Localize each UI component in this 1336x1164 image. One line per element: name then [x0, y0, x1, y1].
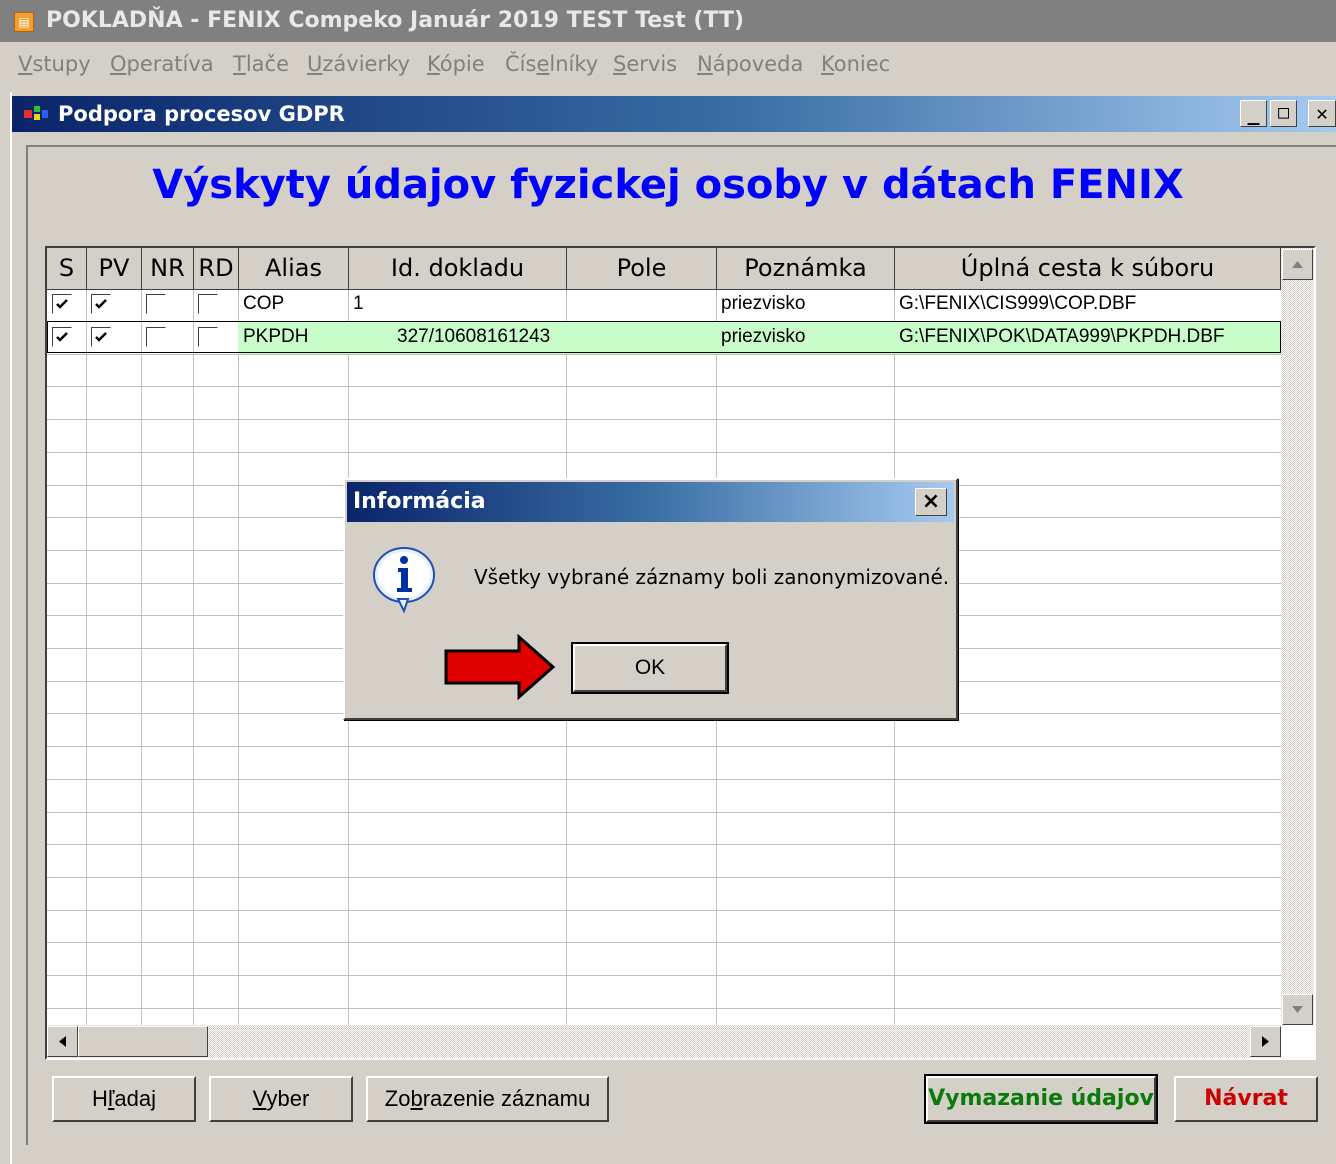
column-header-pole[interactable]: Pole	[567, 248, 717, 290]
row1-cesta: G:\FENIX\CIS999\COP.DBF	[899, 293, 1137, 314]
column-header-cesta[interactable]: Úplná cesta k súboru	[895, 248, 1281, 290]
dialog-message: Všetky vybrané záznamy boli zanonymizova…	[474, 565, 950, 589]
info-icon	[373, 547, 435, 613]
menu-servis[interactable]: Servis	[613, 52, 677, 76]
grid-line	[47, 452, 1281, 453]
vertical-scrollbar[interactable]	[1281, 248, 1314, 1025]
horizontal-scrollbar[interactable]	[47, 1025, 1281, 1058]
grid-line	[141, 290, 142, 1028]
row1-nr-checkbox[interactable]	[146, 294, 166, 314]
window-title-bar: Podpora procesov GDPR	[12, 96, 1336, 132]
app-title-bar: ▤ POKLADŇA - FENIX Compeko Január 2019 T…	[0, 0, 1336, 42]
grid-line	[47, 812, 1281, 813]
scroll-left-button[interactable]	[47, 1026, 78, 1057]
row1-s-checkbox[interactable]	[52, 294, 72, 314]
ok-button[interactable]: OK	[571, 642, 729, 694]
window-title: Podpora procesov GDPR	[58, 102, 345, 126]
menu-koniec[interactable]: Koniec	[821, 52, 890, 76]
column-header-rd[interactable]: RD	[194, 248, 239, 290]
vymazanie-udajov-button[interactable]: Vymazanie údajov	[924, 1074, 1158, 1124]
grid-line	[47, 844, 1281, 845]
arrow-left-icon	[59, 1036, 66, 1047]
window-close-button[interactable]: ✕	[1308, 100, 1336, 127]
menu-tlace[interactable]: Tlače	[233, 52, 289, 76]
menu-operativa[interactable]: Operatíva	[110, 52, 214, 76]
hladaj-button[interactable]: Hľadaj	[52, 1076, 196, 1122]
arrow-right-icon	[1262, 1036, 1269, 1047]
grid-line	[47, 779, 1281, 780]
grid-line	[47, 975, 1281, 976]
grid-line	[47, 354, 1281, 355]
grid-line	[193, 290, 194, 1028]
grid-line	[47, 386, 1281, 387]
row1-id: 1	[353, 293, 364, 314]
maximize-button[interactable]: □	[1270, 100, 1297, 127]
column-header-nr[interactable]: NR	[142, 248, 194, 290]
grid-line	[238, 290, 239, 1028]
scroll-up-button[interactable]	[1282, 249, 1313, 280]
scroll-thumb[interactable]	[78, 1026, 208, 1057]
grid-line	[47, 419, 1281, 420]
app-icon: ▤	[14, 12, 34, 32]
app-title: POKLADŇA - FENIX Compeko Január 2019 TES…	[46, 8, 745, 33]
navrat-button[interactable]: Návrat	[1174, 1076, 1318, 1122]
grid-line	[86, 290, 87, 1028]
row1-pv-checkbox[interactable]	[91, 294, 111, 314]
arrow-down-icon	[1292, 1006, 1303, 1013]
dialog-title-bar: Informácia	[347, 482, 954, 522]
column-header-pv[interactable]: PV	[87, 248, 142, 290]
row1-rd-checkbox[interactable]	[198, 294, 218, 314]
page-heading: Výskyty údajov fyzickej osoby v dátach F…	[152, 162, 1184, 208]
grid-line	[47, 910, 1281, 911]
scroll-down-button[interactable]	[1282, 994, 1313, 1025]
fenix-logo-icon	[24, 106, 48, 120]
arrow-up-icon	[1292, 261, 1303, 268]
grid-line	[47, 877, 1281, 878]
column-header-poznamka[interactable]: Poznámka	[717, 248, 895, 290]
dialog-close-button[interactable]: ×	[915, 488, 947, 516]
row1-alias: COP	[243, 293, 285, 314]
dialog-title: Informácia	[353, 489, 486, 514]
column-header-alias[interactable]: Alias	[239, 248, 349, 290]
menu-napoveda[interactable]: Nápoveda	[697, 52, 803, 76]
grid-line	[47, 942, 1281, 943]
menu-vstupy[interactable]: Vstupy	[18, 52, 91, 76]
menu-ciselniky[interactable]: Číselníky	[505, 52, 598, 76]
menu-kopie[interactable]: Kópie	[427, 52, 485, 76]
zobrazenie-zaznamu-button[interactable]: Zobrazenie záznamu	[366, 1076, 609, 1122]
minimize-button[interactable]: _	[1240, 100, 1267, 127]
grid-line	[47, 1008, 1281, 1009]
scroll-right-button[interactable]	[1250, 1026, 1281, 1057]
menu-uzavierky[interactable]: Uzávierky	[307, 52, 410, 76]
current-row-border	[47, 321, 1281, 353]
column-header-s[interactable]: S	[47, 248, 87, 290]
grid-line	[47, 746, 1281, 747]
menu-bar: Vstupy Operatíva Tlače Uzávierky Kópie Č…	[0, 42, 1336, 86]
column-header-id-dokladu[interactable]: Id. dokladu	[349, 248, 567, 290]
vyber-button[interactable]: Vyber	[209, 1076, 353, 1122]
row1-poznamka: priezvisko	[721, 293, 806, 314]
red-arrow-icon	[444, 634, 556, 700]
